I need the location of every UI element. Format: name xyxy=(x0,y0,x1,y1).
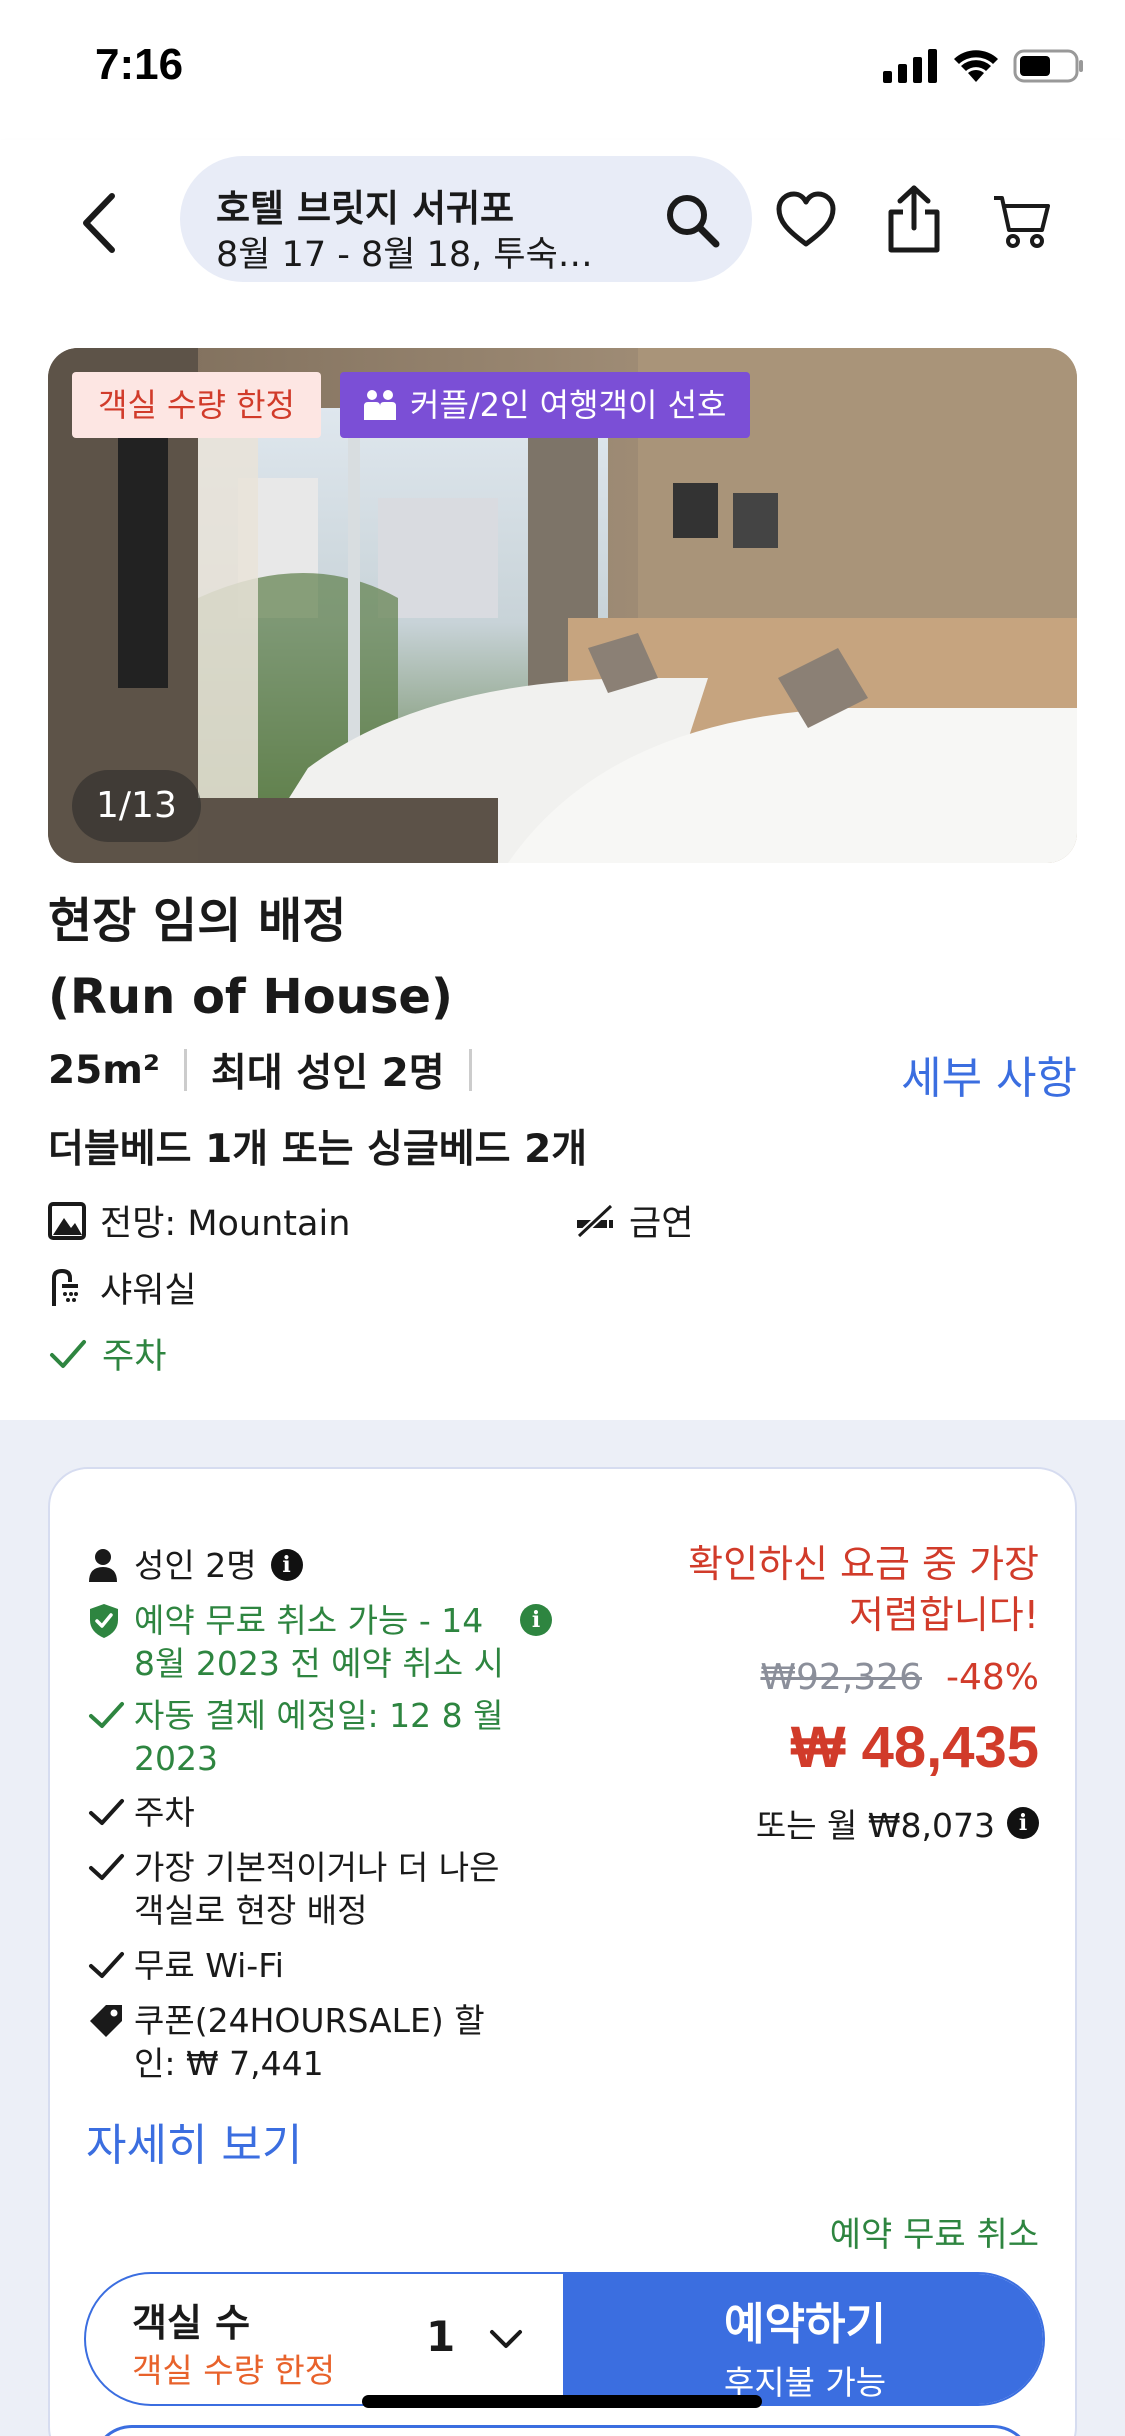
cancel-info-icon[interactable]: i xyxy=(520,1604,552,1636)
room-size: 25m² xyxy=(48,1047,160,1093)
room-occupancy: 최대 성인 2명 xyxy=(211,1051,445,1096)
amenity-smoking-label: 금연 xyxy=(629,1204,694,1244)
heart-icon xyxy=(776,191,836,247)
app-header: 호텔 브릿지 서귀포 8월 17 - 8월 18, 투숙객 2명 xyxy=(0,140,1125,305)
check-icon xyxy=(89,1952,124,1978)
room-details-link[interactable]: 세부 사항 xyxy=(901,1042,1077,1106)
room-meta: 25m² 최대 성인 2명 xyxy=(48,1042,496,1098)
meta-divider xyxy=(468,1049,472,1091)
guests-info-icon[interactable]: i xyxy=(270,1549,303,1581)
back-button[interactable] xyxy=(72,188,132,258)
status-time: 7:16 xyxy=(95,40,184,89)
couple-preferred-badge: 커플/2인 여행객이 선호 xyxy=(340,372,751,438)
share-icon xyxy=(888,185,940,253)
share-button[interactable] xyxy=(885,184,943,254)
limited-rooms-badge: 객실 수량 한정 xyxy=(72,372,321,438)
basic-room-label: 가장 기본적이거나 더 나은 객실로 현장 배정 xyxy=(134,1848,500,1930)
room-count-warning: 객실 수량 한정 xyxy=(132,2351,336,2390)
couple-badge-label: 커플/2인 여행객이 선호 xyxy=(410,386,727,424)
shower-icon xyxy=(52,1268,78,1306)
amenity-shower: 샤워실 xyxy=(48,1262,197,1313)
room-name: 현장 임의 배정 (Run of House) xyxy=(48,883,1048,1035)
amenity-parking-label: 주차 xyxy=(102,1337,167,1377)
search-dates-guests: 8월 17 - 8월 18, 투숙객 2명 xyxy=(216,235,616,275)
shield-check-icon xyxy=(90,1604,118,1638)
chevron-down-icon xyxy=(490,2330,522,2348)
cellular-signal-icon xyxy=(883,49,937,83)
rate-offer-card: 성인 2명 i 예약 무료 취소 가능 - 14 8월 2023 전 예약 취소… xyxy=(48,1467,1077,2436)
auto-pay-label: 자동 결제 예정일: 12 8 월 2023 xyxy=(134,1696,504,1778)
cart-icon xyxy=(994,196,1050,248)
guests-label: 성인 2명 xyxy=(134,1546,257,1585)
couple-icon xyxy=(364,390,396,420)
room-count-label: 객실 수 xyxy=(132,2301,251,2345)
chevron-left-icon xyxy=(83,193,115,253)
amenity-shower-label: 샤워실 xyxy=(100,1271,197,1311)
original-price: ₩92,326 xyxy=(760,1657,922,1698)
status-icons xyxy=(883,48,1085,84)
see-more-link[interactable]: 자세히 보기 xyxy=(86,2109,302,2173)
room-name-line2: (Run of House) xyxy=(48,969,453,1025)
mountain-view-icon xyxy=(48,1201,86,1240)
no-smoking-icon xyxy=(576,1202,614,1239)
offer-free-cancel: 예약 무료 취소 가능 - 14 8월 2023 전 예약 취소 시 i xyxy=(88,1599,552,1685)
cheapest-rate-note: 확인하신 요금 중 가장 저렴합니다! xyxy=(688,1542,1039,1637)
hotel-name: 호텔 브릿지 서귀포 xyxy=(216,187,515,230)
check-icon xyxy=(89,1799,124,1825)
offer-basic-room: 가장 기본적이거나 더 나은 객실로 현장 배정 xyxy=(88,1846,534,1932)
monthly-info-icon[interactable]: i xyxy=(1007,1807,1039,1839)
home-indicator xyxy=(362,2395,762,2408)
offer-auto-pay: 자동 결제 예정일: 12 8 월 2023 xyxy=(88,1694,514,1780)
free-cancel-label: 예약 무료 취소 xyxy=(829,2215,1039,2255)
book-button[interactable]: 예약하기 후지불 가능 xyxy=(563,2274,1043,2404)
next-card-edge xyxy=(92,2425,1033,2436)
battery-icon xyxy=(1013,49,1083,83)
room-name-line1: 현장 임의 배정 xyxy=(48,893,347,949)
book-button-label: 예약하기 xyxy=(724,2299,886,2350)
coupon-label: 쿠폰(24HOURSALE) 할인: ₩ 7,441 xyxy=(134,2001,485,2083)
check-icon xyxy=(89,1854,124,1880)
favorite-button[interactable] xyxy=(775,190,837,252)
current-price: ₩ 48,435 xyxy=(790,1715,1039,1780)
offer-wifi: 무료 Wi-Fi xyxy=(88,1944,284,1991)
monthly-price: 또는 월 ₩8,073 i xyxy=(756,1799,1039,1847)
amenity-parking: 주차 xyxy=(48,1328,166,1379)
amenity-view: 전망: Mountain xyxy=(48,1195,350,1246)
offer-parking: 주차 xyxy=(88,1791,195,1838)
price-comparison: ₩92,326 -48% xyxy=(760,1657,1039,1698)
free-cancel-note: 예약 무료 취소 가능 - 14 8월 2023 전 예약 취소 시 xyxy=(134,1601,504,1683)
monthly-price-label: 또는 월 ₩8,073 xyxy=(755,1806,995,1845)
wifi-label: 무료 Wi-Fi xyxy=(134,1946,284,1985)
room-info-section: 객실 수량 한정 커플/2인 여행객이 선호 1/13 현장 임의 배정 (Ru… xyxy=(0,305,1125,1420)
wifi-icon xyxy=(954,50,998,82)
amenity-view-label: 전망: Mountain xyxy=(100,1204,351,1244)
cart-button[interactable] xyxy=(990,190,1052,252)
search-icon xyxy=(667,195,720,248)
photo-counter: 1/13 xyxy=(72,770,201,842)
discount-percent: -48% xyxy=(945,1657,1039,1698)
check-icon xyxy=(50,1339,86,1368)
room-count-value: 1 xyxy=(426,2312,456,2361)
check-icon xyxy=(89,1702,124,1728)
status-bar: 7:16 xyxy=(0,0,1125,140)
offer-guests: 성인 2명 i xyxy=(88,1544,303,1592)
amenity-smoking: 금연 xyxy=(575,1195,693,1246)
booking-bar: 객실 수 객실 수량 한정 1 예약하기 후지불 가능 xyxy=(84,2272,1045,2406)
search-summary-pill[interactable]: 호텔 브릿지 서귀포 8월 17 - 8월 18, 투숙객 2명 xyxy=(180,156,752,282)
offer-coupon: 쿠폰(24HOURSALE) 할인: ₩ 7,441 xyxy=(88,1999,524,2085)
person-icon xyxy=(89,1549,117,1582)
tag-icon xyxy=(90,2005,122,2037)
parking-label: 주차 xyxy=(134,1793,195,1832)
meta-divider xyxy=(184,1049,187,1091)
bed-info: 더블베드 1개 또는 싱글베드 2개 xyxy=(48,1127,588,1172)
